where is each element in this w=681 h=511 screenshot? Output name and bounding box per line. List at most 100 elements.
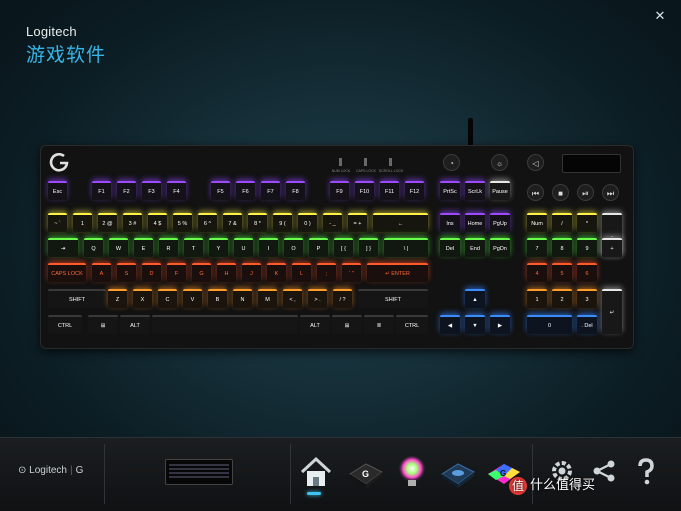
keyboard-key[interactable]: ALT <box>120 315 150 334</box>
keyboard-key[interactable]: F11 <box>380 181 399 200</box>
keyboard-key[interactable]: - _ <box>323 213 342 232</box>
keyboard-key[interactable]: 2 <box>552 289 572 308</box>
keyboard-key[interactable]: PgUp <box>490 213 510 232</box>
keyboard-key[interactable]: End <box>465 238 485 257</box>
keyboard-key[interactable]: 6 <box>577 263 597 282</box>
keyboard-key[interactable]: G <box>192 263 211 282</box>
keyboard-key[interactable]: ▼ <box>465 315 485 334</box>
keyboard-key[interactable]: 0 <box>527 315 572 334</box>
keyboard-key[interactable]: F10 <box>355 181 374 200</box>
keyboard-key[interactable]: ◀ <box>440 315 460 334</box>
keyboard-key[interactable]: + <box>602 238 622 257</box>
keyboard-key[interactable]: F <box>167 263 186 282</box>
keyboard-key[interactable]: S <box>117 263 136 282</box>
keyboard-key[interactable]: P <box>309 238 328 257</box>
keyboard-key[interactable]: Esc <box>48 181 67 200</box>
keyboard-key[interactable]: F7 <box>261 181 280 200</box>
keyboard-key[interactable]: PgDn <box>490 238 510 257</box>
home-icon[interactable] <box>296 452 336 492</box>
keyboard-key[interactable]: F3 <box>142 181 161 200</box>
keyboard-key[interactable]: 4 $ <box>148 213 167 232</box>
keyboard-key[interactable]: 3 # <box>123 213 142 232</box>
keyboard-key[interactable]: ] } <box>359 238 378 257</box>
keyboard-key[interactable]: 5 % <box>173 213 192 232</box>
keyboard-key[interactable]: 1 <box>527 289 547 308</box>
keyboard-key[interactable]: [ { <box>334 238 353 257</box>
keyboard-key[interactable]: 9 ( <box>273 213 292 232</box>
keyboard-key[interactable]: F4 <box>167 181 186 200</box>
next-track-button[interactable]: ⏭ <box>602 184 619 201</box>
keyboard-key[interactable]: A <box>92 263 111 282</box>
keyboard-key[interactable]: ← <box>373 213 428 232</box>
lighting-bulb-icon[interactable] <box>392 452 432 492</box>
keyboard-key[interactable]: F2 <box>117 181 136 200</box>
keyboard-key[interactable]: SHIFT <box>358 289 428 308</box>
keyboard-key[interactable]: B <box>208 289 227 308</box>
keyboard-key[interactable]: 6 ^ <box>198 213 217 232</box>
keyboard-key[interactable]: \ | <box>384 238 428 257</box>
keyboard-key[interactable]: ⊞ <box>88 315 118 334</box>
prev-track-button[interactable]: ⏮ <box>527 184 544 201</box>
keyboard-key[interactable]: / <box>552 213 572 232</box>
keyboard-key[interactable]: L <box>292 263 311 282</box>
keyboard-key[interactable]: Num <box>527 213 547 232</box>
keyboard-key[interactable]: F5 <box>211 181 230 200</box>
keyboard-key[interactable]: R <box>159 238 178 257</box>
keyboard-key[interactable]: ▲ <box>465 289 485 308</box>
keyboard-key[interactable]: * <box>577 213 597 232</box>
keyboard-key[interactable]: ↵ ENTER <box>367 263 428 282</box>
keyboard-key[interactable]: 2 @ <box>98 213 117 232</box>
keyboard-key[interactable]: N <box>233 289 252 308</box>
keyboard-key[interactable]: 8 * <box>248 213 267 232</box>
keyboard-key[interactable]: / ? <box>333 289 352 308</box>
keyboard-key[interactable]: SHIFT <box>48 289 106 308</box>
keyboard-key[interactable]: ; <box>317 263 336 282</box>
keyboard-key[interactable]: PrtSc <box>440 181 460 200</box>
keyboard-key[interactable]: 0 ) <box>298 213 317 232</box>
keyboard-key[interactable]: < , <box>283 289 302 308</box>
keyboard-key[interactable]: O <box>284 238 303 257</box>
stop-button[interactable]: ■ <box>552 184 569 201</box>
keyboard-key[interactable]: ALT <box>300 315 330 334</box>
keyboard-key[interactable]: F1 <box>92 181 111 200</box>
keyboard-key[interactable]: X <box>133 289 152 308</box>
keyboard-key[interactable]: F12 <box>405 181 424 200</box>
keyboard-key[interactable]: ↵ <box>602 289 622 334</box>
keyboard-key[interactable]: ⇥ <box>48 238 78 257</box>
keyboard-key[interactable]: I <box>259 238 278 257</box>
keyboard-key[interactable]: F6 <box>236 181 255 200</box>
keyboard-key[interactable]: ~ ` <box>48 213 67 232</box>
keyboard-key[interactable]: 3 <box>577 289 597 308</box>
keyboard-key[interactable]: F9 <box>330 181 349 200</box>
keyboard-key[interactable]: D <box>142 263 161 282</box>
keyboard-key[interactable]: ▶ <box>490 315 510 334</box>
keyboard-key[interactable]: Y <box>209 238 228 257</box>
keyboard-key[interactable] <box>152 315 298 334</box>
volume-wheel[interactable] <box>562 154 621 173</box>
keyboard-key[interactable]: . Del <box>577 315 597 334</box>
keyboard-key[interactable]: E <box>134 238 153 257</box>
keyboard-key[interactable]: 9 <box>577 238 597 257</box>
key-button-icon[interactable] <box>438 452 478 492</box>
keyboard-key[interactable]: T <box>184 238 203 257</box>
keyboard-key[interactable]: Q <box>84 238 103 257</box>
keyboard-key[interactable]: U <box>234 238 253 257</box>
keyboard-key[interactable]: Del <box>440 238 460 257</box>
keyboard-key[interactable]: 4 <box>527 263 547 282</box>
keyboard-key[interactable]: = + <box>348 213 367 232</box>
play-pause-button[interactable]: ⏯ <box>577 184 594 201</box>
g-key-icon[interactable]: G <box>346 452 386 492</box>
keyboard-key[interactable]: 1 <box>73 213 92 232</box>
keyboard-key[interactable]: C <box>158 289 177 308</box>
keyboard-key[interactable]: CAPS LOCK <box>48 263 86 282</box>
keyboard-key[interactable]: 5 <box>552 263 572 282</box>
keyboard-key[interactable]: 8 <box>552 238 572 257</box>
keyboard-key[interactable]: F8 <box>286 181 305 200</box>
device-thumbnail[interactable] <box>165 459 233 485</box>
keyboard-key[interactable]: ⊞ <box>332 315 362 334</box>
mute-button[interactable]: ◁ <box>527 154 544 171</box>
keyboard-key[interactable]: Ins <box>440 213 460 232</box>
keyboard-key[interactable]: ≣ <box>364 315 394 334</box>
keyboard-key[interactable]: V <box>183 289 202 308</box>
keyboard-key[interactable]: H <box>217 263 236 282</box>
